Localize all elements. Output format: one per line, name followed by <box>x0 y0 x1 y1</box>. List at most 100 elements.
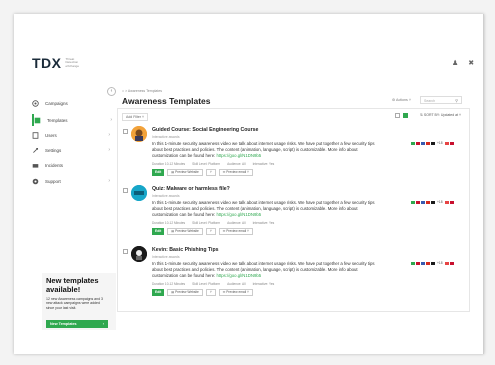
preview-dropdown[interactable]: ˅ <box>205 289 216 296</box>
search-placeholder: Search <box>424 99 436 103</box>
card-title[interactable]: Quiz: Malware or harmless file? <box>152 186 230 192</box>
meta-skill: Skill Level: Platform <box>192 282 221 286</box>
meta-audience: Audience: All <box>227 162 246 166</box>
sidebar-item-campaigns[interactable]: Campaigns <box>32 97 110 109</box>
card-checkbox[interactable] <box>123 129 128 134</box>
search-icon: ⚲ <box>455 98 458 103</box>
template-icon <box>34 117 41 123</box>
header-icons: ♟ ✖ <box>452 59 483 67</box>
flag-icon <box>416 261 420 265</box>
promo-text: 12 new Awareness campaigns and 3 new att… <box>46 297 103 310</box>
preview-website-button[interactable]: ▤ Preview Website <box>167 228 203 235</box>
sidebar-item-settings[interactable]: Settings › <box>32 144 110 156</box>
edit-button[interactable]: Edit <box>152 289 165 296</box>
edit-button[interactable]: Edit <box>152 228 165 235</box>
phishing-illustration-icon <box>131 246 147 262</box>
description-text: In this 1-minute security awareness vide… <box>152 261 375 278</box>
description-text: In this 1-minute security awareness vide… <box>152 200 375 217</box>
sidebar-item-support[interactable]: Support › <box>32 175 110 187</box>
flag-icon <box>411 200 415 204</box>
customization-link[interactable]: https://goo.gl/N1DN9b5 <box>217 212 262 217</box>
flag-icon <box>431 261 435 265</box>
notification-icon[interactable]: ♟ <box>452 59 458 67</box>
sort-label: SORT BY: Updated at <box>423 113 459 117</box>
card-title[interactable]: Guided Course: Social Engineering Course <box>152 127 258 133</box>
preview-email-label: Preview email <box>226 229 247 233</box>
flag-icon <box>421 141 425 145</box>
preview-email-button[interactable]: ✉ Preview email ˅ <box>218 169 253 176</box>
meta-interactive: Interactive: Yes <box>252 162 275 166</box>
actions-icon: ⚙ <box>392 98 396 102</box>
card-checkbox[interactable] <box>123 188 128 193</box>
search-input[interactable]: Search ⚲ <box>420 96 462 104</box>
actions-dropdown[interactable]: ⚙ Actions ˅ <box>392 98 411 102</box>
preview-website-label: Preview Website <box>175 229 199 233</box>
chevron-right-icon: › <box>108 147 110 153</box>
meta-duration: Duration 10-12 Minutes <box>152 162 186 166</box>
list-view-icon[interactable] <box>395 113 400 118</box>
course-illustration-icon <box>131 126 147 142</box>
flag-icon <box>416 200 420 204</box>
preview-dropdown[interactable]: ˅ <box>205 228 216 235</box>
sidebar-item-users[interactable]: Users › <box>32 129 110 141</box>
edit-button[interactable]: Edit <box>152 169 165 176</box>
arrow-right-icon: › <box>102 322 104 326</box>
card-description: In this 1-minute security awareness vide… <box>152 261 377 279</box>
sidebar-item-label: Settings <box>45 147 62 153</box>
logo[interactable]: TDX Threat Detection eXchange <box>32 55 84 71</box>
flag-icon <box>444 141 449 145</box>
incidents-icon <box>32 163 39 168</box>
description-text: In this 1-minute security awareness vide… <box>152 141 375 158</box>
meta-skill: Skill Level: Platform <box>192 221 221 225</box>
sidebar-item-templates[interactable]: Templates › <box>32 114 112 126</box>
template-thumbnail[interactable] <box>131 126 147 142</box>
flag-icon <box>411 261 415 265</box>
preview-email-label: Preview email <box>226 290 247 294</box>
flag-icon <box>421 200 425 204</box>
flag-icon <box>431 200 435 204</box>
preview-dropdown[interactable]: ˅ <box>205 169 216 176</box>
new-templates-button[interactable]: New Templates › <box>46 320 108 328</box>
preview-email-button[interactable]: ✉ Preview email ˅ <box>218 289 253 296</box>
chevron-right-icon: › <box>108 132 110 138</box>
customization-link[interactable]: https://goo.gl/N1DN9b5 <box>217 153 262 158</box>
breadcrumb-current[interactable]: Awareness Templates <box>128 89 162 93</box>
more-languages-count[interactable]: +18 <box>437 261 443 265</box>
meta-duration: Duration 10-12 Minutes <box>152 221 186 225</box>
customization-link[interactable]: https://goo.gl/N1DN9b5 <box>217 273 262 278</box>
sort-dropdown[interactable]: ⇅ SORT BY: Updated at ˅ <box>420 113 461 117</box>
promo-button-label: New Templates <box>50 322 77 326</box>
sidebar-item-label: Incidents <box>45 162 64 168</box>
grid-view-icon[interactable] <box>403 113 408 118</box>
preview-email-button[interactable]: ✉ Preview email ˅ <box>218 228 253 235</box>
sort-icon: ⇅ <box>420 113 423 117</box>
more-languages-count[interactable]: +18 <box>437 200 443 204</box>
sidebar-item-incidents[interactable]: Incidents <box>32 159 110 171</box>
users-icon <box>32 131 39 139</box>
card-checkbox[interactable] <box>123 249 128 254</box>
card-title[interactable]: Kevin: Basic Phishing Tips <box>152 247 219 253</box>
template-thumbnail[interactable] <box>131 185 147 201</box>
add-filter-button[interactable]: Add Filter ˅ <box>122 113 149 121</box>
card-actions: Edit ▤ Preview Website ˅ ✉ Preview email… <box>152 169 253 176</box>
more-languages-count[interactable]: +18 <box>437 141 443 145</box>
card-category: Interactive awards <box>152 135 180 139</box>
preview-website-button[interactable]: ▤ Preview Website <box>167 289 203 296</box>
home-icon[interactable]: ⌂ <box>122 89 124 93</box>
sidebar-item-label: Support <box>45 178 61 184</box>
flag-icon <box>411 141 415 145</box>
quiz-illustration-icon <box>131 185 147 201</box>
card-meta: Duration 10-12 Minutes Skill Level: Plat… <box>152 282 274 286</box>
preview-email-label: Preview email <box>226 170 247 174</box>
template-card: Quiz: Malware or harmless file? Interact… <box>121 185 463 241</box>
flag-icon <box>416 141 420 145</box>
flag-icon <box>444 261 449 265</box>
close-icon[interactable]: ✖ <box>468 59 474 67</box>
flag-icon <box>449 261 454 265</box>
preview-website-label: Preview Website <box>175 290 199 294</box>
template-thumbnail[interactable] <box>131 246 147 262</box>
sidebar-collapse-button[interactable]: ‹ <box>107 87 116 96</box>
preview-website-button[interactable]: ▤ Preview Website <box>167 169 203 176</box>
card-category: Interactive awards <box>152 194 180 198</box>
sidebar-item-label: Campaigns <box>45 100 68 106</box>
